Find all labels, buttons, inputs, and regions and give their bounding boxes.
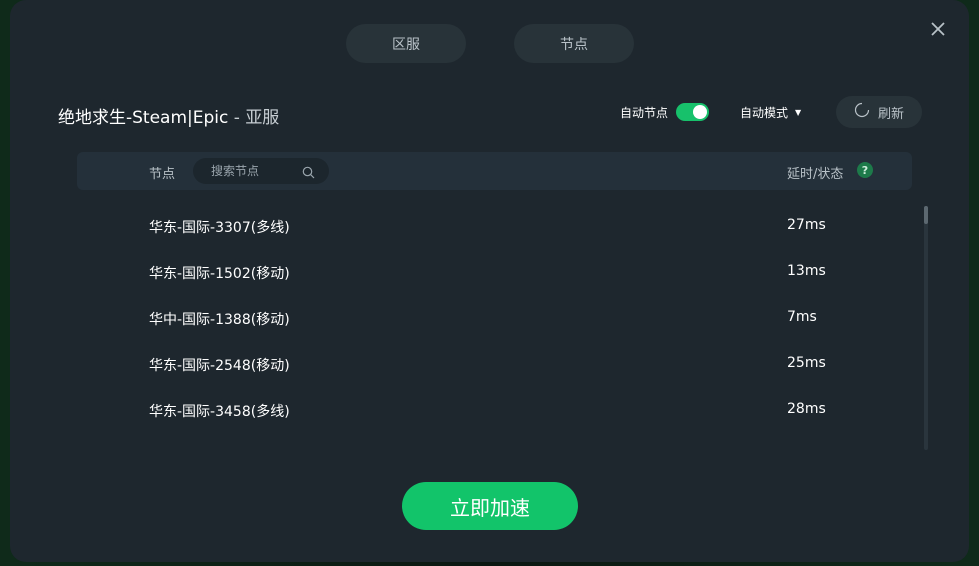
refresh-button[interactable]: 刷新 xyxy=(836,96,922,128)
search-icon[interactable] xyxy=(302,164,315,183)
node-latency: 27ms xyxy=(787,217,826,233)
auto-node-label: 自动节点 xyxy=(620,106,669,120)
search-input[interactable] xyxy=(209,163,309,179)
node-list: 华东-国际-3307(多线) 27ms 华东-国际-1502(移动) 13ms … xyxy=(77,204,912,434)
node-name: 华东-国际-2548(移动) xyxy=(149,358,290,374)
node-row[interactable]: 华东-国际-2548(移动) 25ms xyxy=(77,342,912,388)
mode-dropdown[interactable]: 自动模式 ▼ xyxy=(740,104,801,121)
toggle-knob xyxy=(693,105,707,119)
title-separator: - xyxy=(233,108,240,128)
refresh-icon xyxy=(854,102,870,122)
node-row[interactable]: 华东-国际-3458(多线) 28ms xyxy=(77,388,912,434)
node-name: 华东-国际-3458(多线) xyxy=(149,404,290,420)
game-name: 绝地求生-Steam|Epic xyxy=(58,108,229,128)
node-name: 华东-国际-3307(多线) xyxy=(149,220,290,236)
refresh-label: 刷新 xyxy=(877,106,904,122)
mode-label: 自动模式 xyxy=(740,106,789,120)
help-icon[interactable]: ? xyxy=(857,162,873,178)
scrollbar-thumb[interactable] xyxy=(924,206,928,224)
node-latency: 28ms xyxy=(787,401,826,417)
node-name: 华中-国际-1388(移动) xyxy=(149,312,290,328)
scrollbar-track[interactable] xyxy=(924,206,928,450)
game-title: 绝地求生-Steam|Epic - 亚服 xyxy=(58,103,279,128)
column-node-header: 节点 xyxy=(149,167,176,182)
node-row[interactable]: 华东-国际-3307(多线) 27ms xyxy=(77,204,912,250)
node-dialog: 区服 节点 绝地求生-Steam|Epic - 亚服 自动节点 自动模式 ▼ 刷… xyxy=(10,0,969,562)
game-region: 亚服 xyxy=(245,108,280,128)
accelerate-button[interactable]: 立即加速 xyxy=(402,482,578,530)
node-row[interactable]: 华中-国际-1388(移动) 7ms xyxy=(77,296,912,342)
close-icon[interactable] xyxy=(928,19,948,39)
auto-node-toggle[interactable] xyxy=(676,103,709,121)
node-latency: 25ms xyxy=(787,355,826,371)
node-latency: 13ms xyxy=(787,263,826,279)
node-row[interactable]: 华东-国际-1502(移动) 13ms xyxy=(77,250,912,296)
node-name: 华东-国际-1502(移动) xyxy=(149,266,290,282)
node-latency: 7ms xyxy=(787,309,817,325)
caret-down-icon: ▼ xyxy=(795,108,802,117)
tab-node[interactable]: 节点 xyxy=(514,24,634,63)
column-latency-header: 延时/状态 xyxy=(787,167,844,182)
search-box[interactable] xyxy=(193,158,329,184)
tab-region[interactable]: 区服 xyxy=(346,24,466,63)
table-header: 节点 延时/状态 ? xyxy=(77,152,912,190)
